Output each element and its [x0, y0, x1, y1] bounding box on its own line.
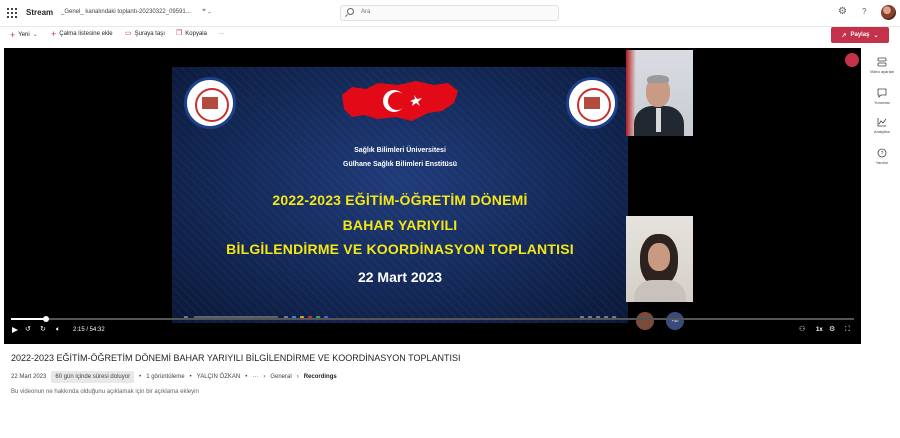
video-date: 22 Mart 2023 [11, 374, 47, 380]
slide-date: 22 Mart 2023 [357, 269, 443, 285]
file-name: _Genel_ kanalındaki toplantı-20230322_09… [61, 9, 191, 15]
captions-icon[interactable]: ⚇ [799, 326, 805, 334]
help-label: Yardım [875, 160, 889, 165]
separator-dot: • [245, 374, 248, 380]
separator-dot: • [189, 374, 192, 380]
chevron-down-icon: ⌄ [32, 32, 38, 38]
expiry-badge[interactable]: 60 gün içinde süresi doluyor [51, 371, 135, 383]
seek-bar-progress [11, 318, 46, 320]
top-bar: Stream _Genel_ kanalındaki toplantı-2023… [0, 0, 900, 27]
search-icon [347, 8, 354, 15]
breadcrumb-recordings[interactable]: Recordings [304, 374, 337, 380]
new-label: Yeni [18, 31, 30, 38]
help-circle-icon: ? [877, 148, 887, 158]
participants-more-badge: +40 [666, 312, 684, 330]
share-icon: ↗ [841, 32, 847, 39]
help-button[interactable]: ? Yardım [864, 148, 900, 165]
comments-label: Yorumlar [874, 100, 890, 105]
share-label: Paylaş [850, 32, 870, 38]
time-readout: 2:15 / 54:32 [73, 327, 105, 333]
player-settings-icon[interactable]: ⚙ [829, 326, 835, 334]
participant-thumbnail [636, 312, 654, 330]
seek-bar-handle[interactable] [42, 316, 49, 322]
presentation-slide: Sağlık Bilimleri Üniversitesi Gülhane Sa… [172, 67, 628, 323]
settings-gear-icon[interactable]: ⚙ [838, 6, 847, 17]
more-commands-button[interactable]: ··· [218, 31, 224, 37]
participant-video-2 [626, 216, 693, 302]
playback-speed-button[interactable]: 1x [816, 326, 823, 334]
participant-video-1 [626, 50, 693, 136]
slide-line3: BİLGİLENDİRME VE KOORDİNASYON TOPLANTISI [226, 241, 574, 257]
copy-button[interactable]: ❐ Kopyala [176, 30, 207, 37]
chevron-right-icon: › [263, 374, 266, 380]
add-to-playlist-button[interactable]: + Çalma listesine ekle [51, 29, 113, 39]
video-settings-button[interactable]: Video ayarları [864, 57, 900, 74]
analytics-icon [877, 118, 887, 127]
chevron-down-icon: ⌄ [873, 32, 879, 39]
video-settings-label: Video ayarları [869, 69, 895, 74]
turkey-map-flag [342, 81, 458, 121]
rewind-10-icon[interactable]: ↺ [25, 326, 31, 334]
new-button[interactable]: + Yeni ⌄ [10, 29, 38, 40]
comments-icon [877, 88, 887, 98]
description-placeholder[interactable]: Bu videonun ne hakkında olduğunu açıklam… [11, 389, 199, 395]
plus-icon: + [10, 29, 16, 40]
fullscreen-icon[interactable]: ⛶ [845, 326, 850, 334]
author-name[interactable]: YALÇIN ÖZKAN [197, 374, 241, 380]
slide-line2: BAHAR YARIYILI [342, 217, 458, 233]
analytics-button[interactable]: Analytics [864, 117, 900, 134]
pin-chevron-icon[interactable]: ⌖ ⌄ [202, 7, 211, 15]
video-title: 2022-2023 EĞİTİM-ÖĞRETİM DÖNEMİ BAHAR YA… [11, 353, 461, 363]
play-icon[interactable] [12, 327, 18, 333]
slide-institute: Gülhane Sağlık Bilimleri Enstitüsü [343, 161, 457, 168]
share-button[interactable]: ↗ Paylaş ⌄ [831, 27, 889, 43]
university-seal-right [566, 77, 618, 129]
app-launcher-icon[interactable] [7, 8, 17, 18]
separator-dot: • [139, 374, 142, 380]
analytics-label: Analytics [873, 129, 890, 134]
chevron-right-icon: › [296, 374, 299, 380]
app-name[interactable]: Stream [26, 8, 53, 17]
right-rail: Video ayarları Yorumlar Analytics ? Yard… [864, 48, 900, 344]
slide-line1: 2022-2023 EĞİTİM-ÖĞRETİM DÖNEMİ [272, 192, 528, 208]
move-to-label: Şuraya taşı [134, 31, 165, 37]
volume-icon[interactable]: 🔈︎ [56, 326, 60, 334]
copy-icon: ❐ [176, 30, 183, 37]
breadcrumb-more[interactable]: ··· [252, 374, 258, 380]
plus-icon: + [51, 29, 57, 39]
video-settings-icon [877, 57, 887, 67]
pointer-indicator [845, 53, 859, 67]
help-icon[interactable]: ? [862, 7, 866, 16]
view-count: 1 görüntüleme [146, 374, 185, 380]
move-to-button[interactable]: ▭ Şuraya taşı [125, 30, 165, 37]
video-player[interactable]: Sağlık Bilimleri Üniversitesi Gülhane Sa… [4, 48, 861, 344]
seek-bar[interactable] [11, 316, 854, 322]
search-input[interactable]: Ara [361, 9, 370, 15]
folder-move-icon: ▭ [125, 30, 132, 37]
video-metadata: 22 Mart 2023 60 gün içinde süresi doluyo… [11, 370, 342, 384]
breadcrumb-general[interactable]: General [270, 374, 291, 380]
slide-university: Sağlık Bilimleri Üniversitesi [354, 147, 446, 154]
copy-label: Kopyala [185, 31, 207, 37]
forward-10-icon[interactable]: ↻ [40, 326, 46, 334]
svg-text:?: ? [881, 151, 884, 157]
user-avatar[interactable] [881, 5, 896, 20]
command-bar: + Yeni ⌄ + Çalma listesine ekle ▭ Şuraya… [0, 27, 900, 45]
university-seal-left [184, 77, 236, 129]
search-box[interactable]: Ara [340, 5, 559, 21]
comments-button[interactable]: Yorumlar [864, 88, 900, 105]
add-playlist-label: Çalma listesine ekle [59, 31, 113, 37]
